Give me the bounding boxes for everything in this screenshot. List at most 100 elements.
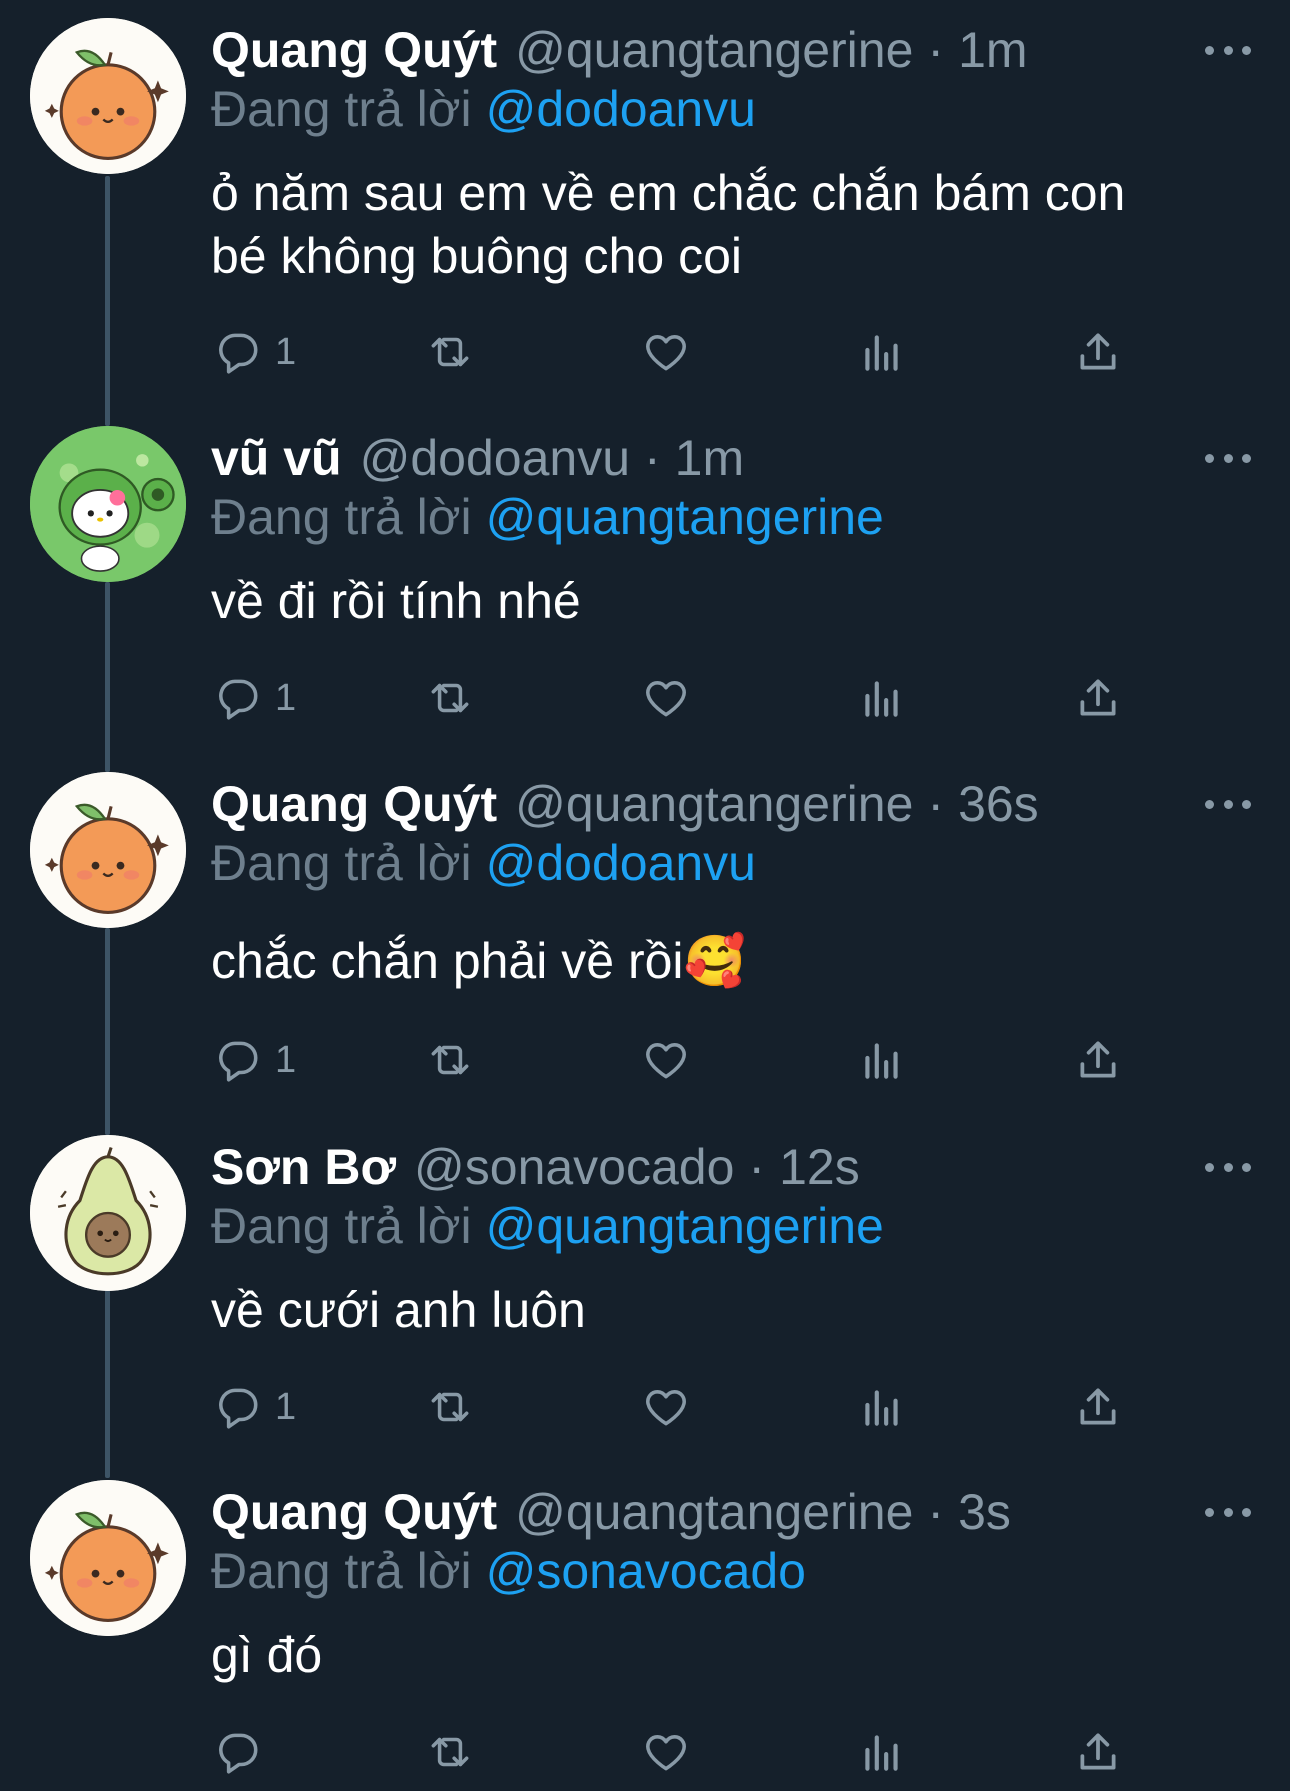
display-name[interactable]: Quang Quýt [211,775,497,833]
share-icon [1080,1388,1116,1425]
tweet[interactable]: Quang Quýt @quangtangerine · 3s Đang trả… [0,1462,1290,1791]
tweet-actions: 1 [211,668,1131,728]
tweet[interactable]: Sơn Bơ @sonavocado · 12s Đang trả lời @q… [0,1117,1290,1461]
tweet[interactable]: Quang Quýt @quangtangerine · 36s Đang tr… [0,754,1290,1118]
timestamp[interactable]: 1m [958,21,1027,79]
reply-prefix: Đang trả lời [211,1198,472,1254]
like-button[interactable] [641,322,691,382]
display-name[interactable]: Sơn Bơ [211,1138,396,1196]
share-button[interactable] [1073,1377,1123,1437]
share-button[interactable] [1073,1722,1123,1782]
timestamp[interactable]: 1m [675,429,744,487]
reply-context: Đang trả lời @dodoanvu [211,834,756,892]
avatar[interactable] [30,772,186,928]
like-button[interactable] [641,1722,691,1782]
mention-link[interactable]: @quangtangerine [486,1198,884,1254]
tweet-header: Sơn Bơ @sonavocado · 12s [211,1131,860,1203]
like-button[interactable] [641,1377,691,1437]
more-options-button[interactable] [1205,1147,1251,1187]
tweet[interactable]: Quang Quýt @quangtangerine · 1m Đang trả… [0,0,1290,400]
username[interactable]: @quangtangerine [515,1483,913,1541]
orange-avatar-icon [30,1480,186,1636]
reply-icon [219,333,258,374]
more-options-button[interactable] [1205,30,1251,70]
retweet-button[interactable] [425,1722,475,1782]
reply-button[interactable]: 1 [213,322,296,382]
reply-context: Đang trả lời @quangtangerine [211,1197,884,1255]
timestamp[interactable]: 3s [958,1483,1011,1541]
like-button[interactable] [641,1030,691,1090]
mention-link[interactable]: @dodoanvu [486,81,756,137]
timestamp[interactable]: 36s [958,775,1039,833]
display-name[interactable]: vũ vũ [211,429,342,487]
orange-avatar-icon [30,18,186,174]
analytics-button[interactable] [857,322,907,382]
username[interactable]: @sonavocado [414,1138,734,1196]
analytics-button[interactable] [857,1030,907,1090]
username[interactable]: @quangtangerine [515,21,913,79]
mention-link[interactable]: @dodoanvu [486,835,756,891]
tweet-text-line: về cưới anh luôn [211,1282,586,1338]
retweet-button[interactable] [425,322,475,382]
separator: · [927,22,945,78]
timestamp[interactable]: 12s [779,1138,860,1196]
username[interactable]: @quangtangerine [515,775,913,833]
tweet-header: Quang Quýt @quangtangerine · 36s [211,768,1039,840]
share-button[interactable] [1073,322,1123,382]
retweet-button[interactable] [425,668,475,728]
avatar[interactable] [30,1480,186,1636]
share-icon [1080,679,1116,716]
analytics-button[interactable] [857,1377,907,1437]
tweet[interactable]: vũ vũ @dodoanvu · 1m Đang trả lời @quang… [0,408,1290,754]
username[interactable]: @dodoanvu [360,429,630,487]
orange-avatar-icon [30,772,186,928]
retweet-button[interactable] [425,1377,475,1437]
tweet-header: vũ vũ @dodoanvu · 1m [211,422,744,494]
avatar[interactable] [30,18,186,174]
analytics-icon [865,335,898,371]
analytics-icon [865,1390,898,1426]
tweet-text-line: bé không buông cho coi [211,228,742,284]
tweet-text: gì đó [211,1624,1251,1687]
tweet-text: về cưới anh luôn [211,1279,1251,1342]
analytics-button[interactable] [857,1722,907,1782]
reply-icon [219,1733,258,1774]
reply-context: Đang trả lời @dodoanvu [211,80,756,138]
tweet-actions: 1 [211,1030,1131,1090]
avocado-avatar-icon [30,1135,186,1291]
more-icon [1205,45,1214,55]
reply-button[interactable]: 1 [213,668,296,728]
retweet-button[interactable] [425,1030,475,1090]
avatar[interactable] [30,426,186,582]
more-options-button[interactable] [1205,784,1251,824]
more-icon [1205,799,1214,809]
reply-button[interactable]: 1 [213,1377,296,1437]
reply-prefix: Đang trả lời [211,835,472,891]
reply-context: Đang trả lời @sonavocado [211,1542,806,1600]
tweet-text-line: gì đó [211,1627,323,1683]
separator: · [748,1139,766,1195]
tweet-text: ỏ năm sau em về em chắc chắn bám con bé … [211,162,1251,288]
share-button[interactable] [1073,668,1123,728]
heart-icon [646,1043,686,1079]
tweet-text-line: về đi rồi tính nhé [211,573,581,629]
share-button[interactable] [1073,1030,1123,1090]
reply-icon [219,1388,258,1429]
conversation-thread: Quang Quýt @quangtangerine · 1m Đang trả… [0,0,1290,1791]
like-button[interactable] [641,668,691,728]
tweet-text-line: ỏ năm sau em về em chắc chắn bám con [211,165,1126,221]
more-options-button[interactable] [1205,438,1251,478]
heart-icon [646,1390,686,1426]
reply-button[interactable]: 1 [213,1030,296,1090]
display-name[interactable]: Quang Quýt [211,1483,497,1541]
analytics-icon [865,1043,898,1079]
display-name[interactable]: Quang Quýt [211,21,497,79]
avatar[interactable] [30,1135,186,1291]
more-options-button[interactable] [1205,1492,1251,1532]
analytics-button[interactable] [857,668,907,728]
mention-link[interactable]: @quangtangerine [486,489,884,545]
mention-link[interactable]: @sonavocado [486,1543,806,1599]
reply-button[interactable] [213,1722,275,1782]
more-icon [1205,1162,1214,1172]
reply-count: 1 [275,676,297,719]
